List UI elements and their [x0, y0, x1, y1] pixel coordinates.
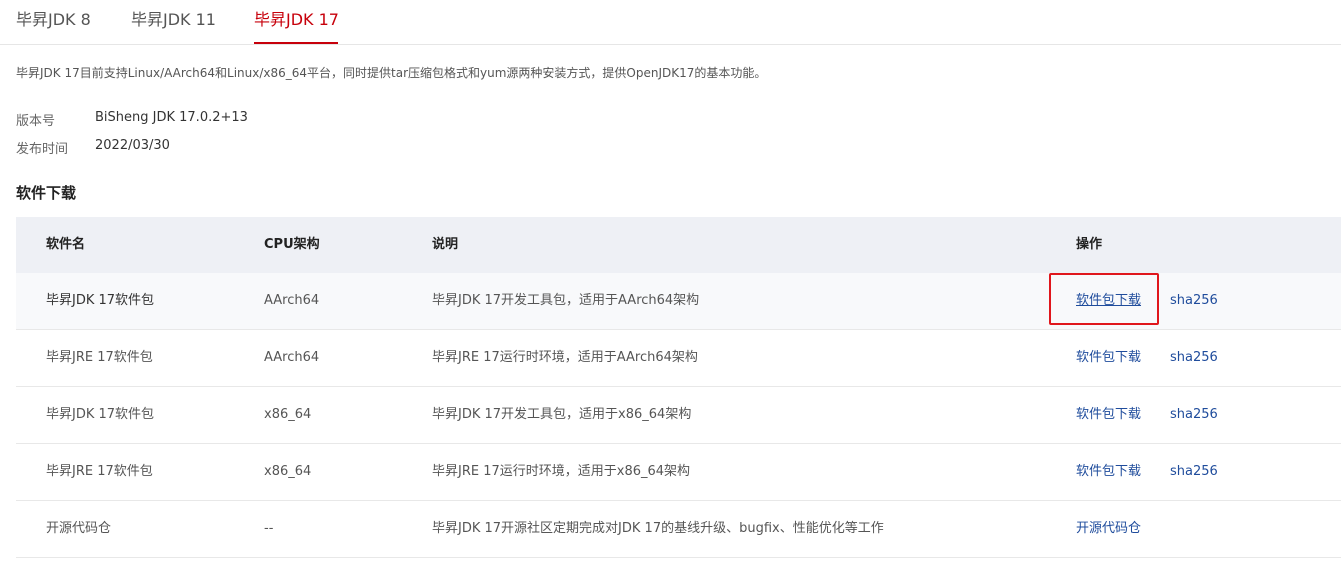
table-header: 软件名 CPU架构 说明 操作	[16, 217, 1341, 273]
cell-software-name: 毕昇JRE 17软件包	[46, 464, 153, 479]
cell-description: 毕昇JDK 17开发工具包，适用于x86_64架构	[432, 407, 692, 422]
cell-description: 毕昇JDK 17开发工具包，适用于AArch64架构	[432, 293, 700, 308]
package-download-link[interactable]: 软件包下载	[1076, 330, 1141, 386]
cell-description: 毕昇JDK 17开源社区定期完成对JDK 17的基线升级、bugfix、性能优化…	[432, 521, 884, 536]
section-title: 软件下载	[16, 184, 77, 202]
release-date-value: 2022/03/30	[95, 138, 170, 153]
cell-software-name: 毕昇JRE 17软件包	[46, 350, 153, 365]
release-date-label: 发布时间	[16, 142, 69, 157]
source-repo-link[interactable]: 开源代码仓	[1076, 501, 1141, 557]
tab-bisheng-jdk-8[interactable]: 毕昇JDK 8	[16, 10, 91, 30]
header-description: 说明	[432, 237, 459, 252]
header-cpu-arch: CPU架构	[264, 237, 320, 252]
cell-cpu-arch: x86_64	[264, 464, 312, 479]
version-tabs: 毕昇JDK 8 毕昇JDK 11 毕昇JDK 17	[0, 0, 1341, 45]
cell-software-name: 毕昇JDK 17软件包	[46, 293, 155, 308]
table-row: 毕昇JDK 17软件包 AArch64 毕昇JDK 17开发工具包，适用于AAr…	[16, 273, 1341, 330]
table-row: 开源代码仓 -- 毕昇JDK 17开源社区定期完成对JDK 17的基线升级、bu…	[16, 501, 1341, 558]
download-table: 软件名 CPU架构 说明 操作 毕昇JDK 17软件包 AArch64 毕昇JD…	[16, 217, 1341, 558]
header-actions: 操作	[1076, 237, 1103, 252]
release-description: 毕昇JDK 17目前支持Linux/AArch64和Linux/x86_64平台…	[16, 66, 767, 80]
cell-software-name: 开源代码仓	[46, 521, 112, 536]
cell-cpu-arch: AArch64	[264, 350, 320, 365]
cell-software-name: 毕昇JDK 17软件包	[46, 407, 155, 422]
table-row: 毕昇JDK 17软件包 x86_64 毕昇JDK 17开发工具包，适用于x86_…	[16, 387, 1341, 444]
sha256-link[interactable]: sha256	[1170, 387, 1218, 443]
active-tab-indicator	[254, 42, 338, 44]
tab-bisheng-jdk-11[interactable]: 毕昇JDK 11	[131, 10, 216, 30]
tab-bisheng-jdk-17[interactable]: 毕昇JDK 17	[254, 10, 339, 30]
cell-description: 毕昇JRE 17运行时环境，适用于AArch64架构	[432, 350, 698, 365]
version-value: BiSheng JDK 17.0.2+13	[95, 110, 248, 125]
sha256-link[interactable]: sha256	[1170, 444, 1218, 500]
cell-cpu-arch: --	[264, 521, 274, 536]
sha256-link[interactable]: sha256	[1170, 273, 1218, 329]
sha256-link[interactable]: sha256	[1170, 330, 1218, 386]
header-software-name: 软件名	[46, 237, 86, 252]
cell-cpu-arch: x86_64	[264, 407, 312, 422]
cell-cpu-arch: AArch64	[264, 293, 320, 308]
page: 毕昇JDK 8 毕昇JDK 11 毕昇JDK 17 毕昇JDK 17目前支持Li…	[0, 0, 1341, 566]
package-download-link[interactable]: 软件包下载	[1076, 444, 1141, 500]
package-download-link[interactable]: 软件包下载	[1076, 273, 1141, 329]
package-download-link[interactable]: 软件包下载	[1076, 387, 1141, 443]
version-label: 版本号	[16, 114, 56, 129]
table-row: 毕昇JRE 17软件包 x86_64 毕昇JRE 17运行时环境，适用于x86_…	[16, 444, 1341, 501]
cell-description: 毕昇JRE 17运行时环境，适用于x86_64架构	[432, 464, 691, 479]
table-row: 毕昇JRE 17软件包 AArch64 毕昇JRE 17运行时环境，适用于AAr…	[16, 330, 1341, 387]
